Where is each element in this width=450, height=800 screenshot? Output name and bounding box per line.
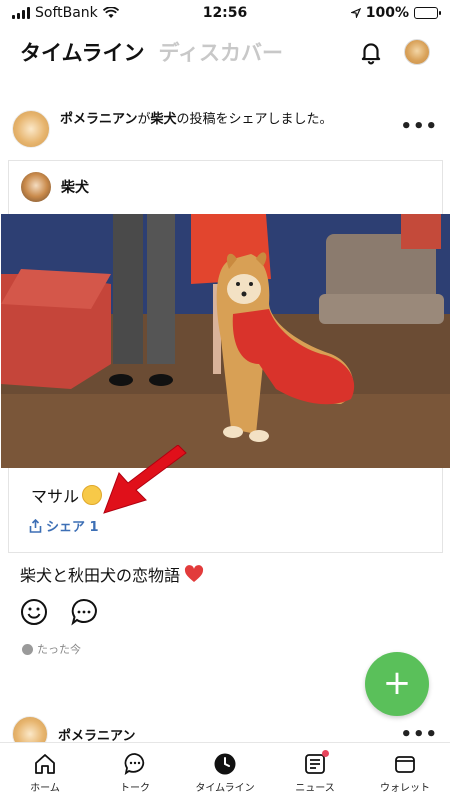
new-post-button[interactable]: + [365,652,429,716]
notification-dot [322,750,329,757]
post-actions [20,598,98,626]
post-timestamp: たった今 [22,641,81,657]
reaction-smile-icon[interactable] [20,598,48,626]
carrier-name: SoftBank [35,5,98,21]
battery-icon [414,7,441,19]
more-options-icon[interactable]: ••• [400,116,438,148]
bottom-tab-bar: ホーム トーク タイムライン ニュース ウォレット [0,742,450,800]
timeline-header: タイムライン ディスカバー [0,32,450,72]
annotation-arrow-icon [103,445,187,514]
home-icon [35,754,55,774]
original-author-name[interactable]: 柴犬 [151,112,177,127]
status-bar: SoftBank 12:56 100% [0,0,450,26]
sharer-name[interactable]: ポメラニアン [60,112,137,127]
location-icon [350,8,361,18]
bell-icon[interactable] [358,39,384,65]
sharer-avatar[interactable] [12,110,50,148]
card-caption: マサル [31,483,103,507]
signal-icon [12,7,30,19]
card-author-name[interactable]: 柴犬 [61,177,89,197]
tab-talk[interactable]: トーク [90,743,180,800]
comment-icon[interactable] [70,598,98,626]
post-photo[interactable] [1,214,450,468]
share-description: ポメラニアンが柴犬の投稿をシェアしました。 [60,112,333,127]
battery-percent: 100% [365,5,409,21]
tab-wallet[interactable]: ウォレット [360,743,450,800]
share-icon [29,518,42,533]
chat-icon [124,753,145,775]
tab-timeline-nav[interactable]: タイムライン [180,743,270,800]
globe-icon [22,643,33,655]
tab-timeline[interactable]: タイムライン [20,37,145,67]
share-header: ポメラニアンが柴犬の投稿をシェアしました。 ••• [12,110,438,148]
next-post-author[interactable]: ポメラニアン [58,725,135,744]
clock: 12:56 [202,5,248,21]
tab-discover[interactable]: ディスカバー [159,37,284,67]
card-author-avatar[interactable] [21,172,51,202]
profile-avatar[interactable] [404,39,430,65]
tab-home[interactable]: ホーム [0,743,90,800]
heart-icon [184,565,204,582]
share-count-button[interactable]: シェア 1 [29,516,99,535]
card-header: 柴犬 [9,161,442,213]
shared-post-card[interactable]: 柴犬 マサル シェア 1 [1,160,450,553]
timeline-icon [214,753,236,775]
post-body-text: 柴犬と秋田犬の恋物語 [20,562,204,586]
wallet-icon [395,756,415,773]
tab-news[interactable]: ニュース [270,743,360,800]
wifi-icon [102,7,119,18]
